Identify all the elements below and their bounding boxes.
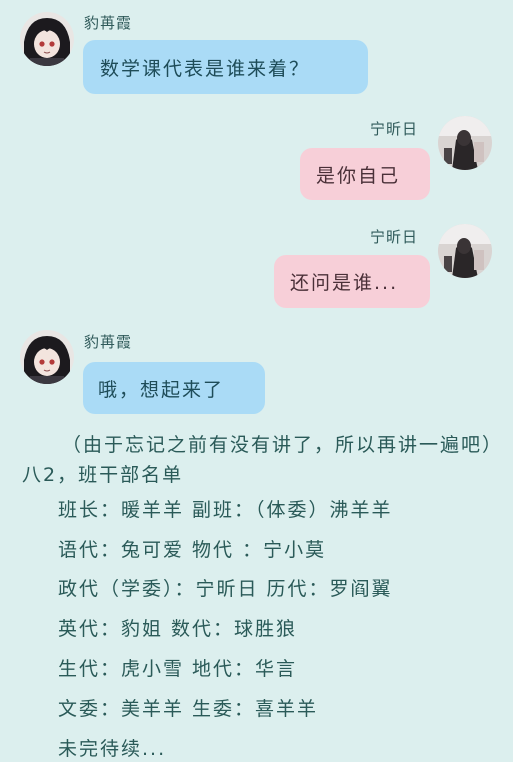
roster-line: 班长：暖羊羊 副班：（体委）沸羊羊: [58, 499, 393, 521]
avatar-sender-right[interactable]: [438, 116, 492, 170]
sender-name: 宁昕日: [370, 120, 419, 138]
anime-girl-avatar-icon: [20, 12, 74, 66]
narration-text: （由于忘记之前有没有讲了，所以再讲一遍吧）八2，班干部名单: [22, 434, 494, 486]
message-bubble[interactable]: 数学课代表是谁来着？: [83, 40, 368, 94]
roster-line: 文委：美羊羊 生委：喜羊羊: [58, 698, 319, 720]
avatar-sender-left[interactable]: [20, 330, 74, 384]
sender-name: 豹苒霞: [84, 333, 133, 351]
message-bubble[interactable]: 还问是谁...: [274, 255, 430, 308]
roster-line: 生代：虎小雪 地代：华言: [58, 658, 298, 680]
sender-name: 豹苒霞: [84, 14, 133, 32]
message-text: 还问是谁...: [290, 272, 399, 294]
roster-line: 政代（学委）：宁昕日 历代：罗阎翼: [58, 578, 393, 600]
roster-line: 英代：豹姐 数代：球胜狼: [58, 618, 298, 640]
message-bubble[interactable]: 是你自己: [300, 148, 430, 200]
message-bubble[interactable]: 哦，想起来了: [83, 362, 265, 414]
anime-girl-avatar-icon: [20, 330, 74, 384]
message-text: 哦，想起来了: [98, 378, 225, 401]
roster-line: 未完待续...: [58, 738, 167, 760]
photo-avatar-icon: [438, 224, 492, 278]
message-text: 数学课代表是谁来着？: [100, 57, 311, 80]
roster-line: 语代：兔可爱 物代 ：宁小莫: [58, 539, 327, 561]
photo-avatar-icon: [438, 116, 492, 170]
sender-name: 宁昕日: [370, 228, 419, 246]
avatar-sender-left[interactable]: [20, 12, 74, 66]
avatar-sender-right[interactable]: [438, 224, 492, 278]
message-text: 是你自己: [316, 164, 401, 187]
